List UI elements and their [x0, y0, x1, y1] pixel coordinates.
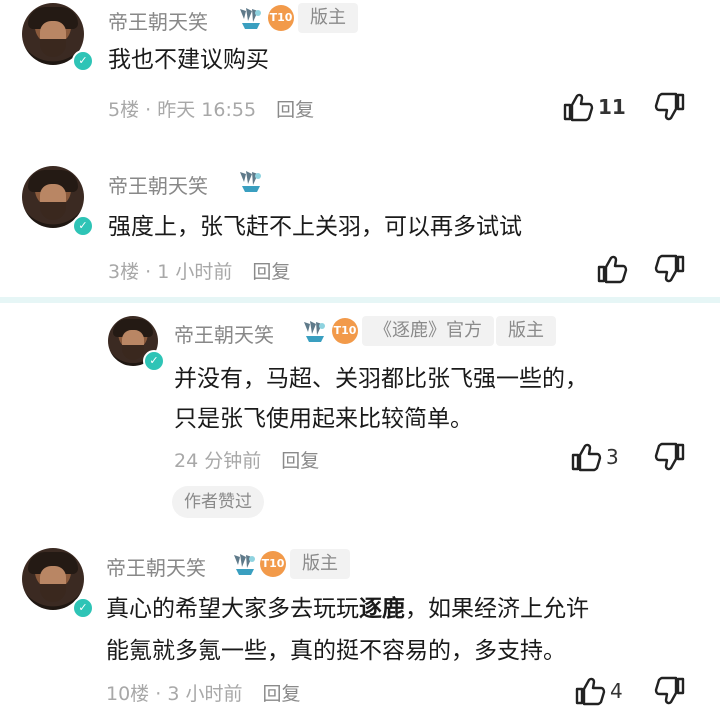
official-tag: 《逐鹿》官方 — [362, 316, 494, 346]
reply-button[interactable]: 回复 — [252, 261, 290, 283]
username[interactable]: 帝王朝天笑 — [106, 552, 206, 581]
reply-button[interactable]: 回复 — [281, 450, 319, 472]
game-name-highlight[interactable]: 逐鹿 — [359, 596, 405, 622]
divider — [0, 297, 720, 303]
like-count: 11 — [598, 95, 626, 119]
like-button[interactable]: 3 — [570, 442, 619, 472]
comment-meta: 5楼 · 昨天 16:55 回复 — [108, 95, 314, 122]
thumbs-down-icon[interactable] — [654, 676, 686, 706]
like-button[interactable] — [596, 254, 628, 284]
separator: · — [145, 261, 152, 283]
timestamp: 昨天 16:55 — [157, 99, 257, 121]
timestamp: 1 小时前 — [157, 261, 233, 283]
comment-meta: 3楼 · 1 小时前 回复 — [108, 257, 290, 284]
timestamp: 3 小时前 — [167, 683, 243, 705]
comment-text-line-1: 并没有，马超、关羽都比张飞强一些的， — [174, 366, 588, 392]
like-count: 4 — [610, 679, 623, 703]
separator: · — [145, 99, 152, 121]
comment-text-line-2: 能氪就多氪一些，真的挺不容易的，多支持。 — [106, 638, 566, 664]
moderator-tag: 版主 — [290, 549, 350, 579]
thumbs-down-icon[interactable] — [654, 254, 686, 284]
fan-badge-icon — [230, 551, 258, 577]
username[interactable]: 帝王朝天笑 — [108, 170, 208, 199]
author-liked-badge: 作者赞过 — [172, 486, 264, 518]
thumbs-up-icon — [570, 442, 602, 472]
reply-button[interactable]: 回复 — [276, 99, 314, 121]
comment-text: 强度上，张飞赶不上关羽，可以再多试试 — [108, 214, 522, 240]
thumbs-up-icon — [574, 676, 606, 706]
verified-check-icon: ✓ — [72, 215, 94, 237]
comment-text-line-2: 只是张飞使用起来比较简单。 — [174, 406, 473, 432]
verified-check-icon: ✓ — [143, 350, 165, 372]
like-button[interactable]: 4 — [574, 676, 623, 706]
thumbs-up-icon — [562, 92, 594, 122]
moderator-tag: 版主 — [496, 316, 556, 346]
separator: · — [155, 683, 162, 705]
level-badge: T10 — [332, 318, 358, 344]
comment-text: 我也不建议购买 — [108, 47, 269, 73]
verified-check-icon: ✓ — [72, 50, 94, 72]
username[interactable]: 帝王朝天笑 — [174, 319, 274, 348]
comment-text-line-1: 真心的希望大家多去玩玩逐鹿，如果经济上允许 — [106, 588, 589, 630]
floor-number: 10楼 — [106, 683, 150, 705]
timestamp: 24 分钟前 — [174, 450, 262, 472]
reply-button[interactable]: 回复 — [263, 683, 301, 705]
verified-check-icon: ✓ — [72, 597, 94, 619]
fan-badge-icon — [236, 5, 264, 31]
level-badge: T10 — [260, 551, 286, 577]
thumbs-down-icon[interactable] — [654, 92, 686, 122]
fan-badge-icon — [300, 318, 328, 344]
username[interactable]: 帝王朝天笑 — [108, 6, 208, 35]
moderator-tag: 版主 — [298, 3, 358, 33]
thumbs-down-icon[interactable] — [654, 442, 686, 472]
fan-badge-icon — [236, 168, 264, 194]
level-badge: T10 — [268, 5, 294, 31]
comment-meta: 24 分钟前 回复 — [174, 446, 319, 473]
like-count: 3 — [606, 445, 619, 469]
comment-meta: 10楼 · 3 小时前 回复 — [106, 679, 301, 706]
like-button[interactable]: 11 — [562, 92, 626, 122]
text-segment: 真心的希望大家多去玩玩 — [106, 596, 359, 622]
text-segment: ，如果经济上允许 — [405, 596, 589, 622]
floor-number: 3楼 — [108, 261, 140, 283]
floor-number: 5楼 — [108, 99, 140, 121]
thumbs-up-icon — [596, 254, 628, 284]
